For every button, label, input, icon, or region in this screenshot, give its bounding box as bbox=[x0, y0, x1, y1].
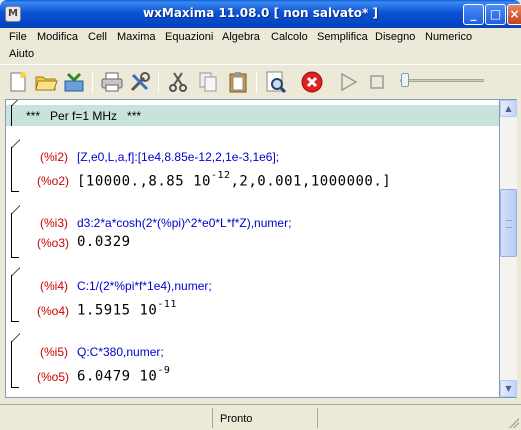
status-bar: Pronto bbox=[0, 404, 521, 430]
stop-icon[interactable] bbox=[364, 69, 390, 95]
input-code[interactable]: [Z,e0,L,a,f]:[1e4,8.85e-12,2,1e-3,1e6]; bbox=[77, 150, 279, 164]
cell-bracket[interactable] bbox=[11, 275, 12, 322]
menu-semplifica[interactable]: Semplifica bbox=[317, 31, 368, 43]
input-label: (%i4) bbox=[40, 279, 69, 293]
animation-slider-thumb[interactable] bbox=[401, 73, 409, 87]
output-label: (%o2) bbox=[37, 174, 70, 188]
toolbar-separator bbox=[158, 71, 159, 93]
cell-bracket[interactable] bbox=[11, 147, 12, 192]
open-folder-icon[interactable] bbox=[33, 69, 59, 95]
output-value[interactable]: 1.5915 10-11 bbox=[77, 299, 177, 319]
menu-equazioni[interactable]: Equazioni bbox=[165, 31, 213, 43]
menu-algebra[interactable]: Algebra bbox=[222, 31, 260, 43]
output-value[interactable]: [10000.,8.85 10-12,2,0.001,1000000.] bbox=[77, 170, 391, 190]
menu-disegno[interactable]: Disegno bbox=[375, 31, 415, 43]
cell-bracket[interactable] bbox=[11, 341, 12, 388]
interrupt-icon[interactable] bbox=[299, 69, 325, 95]
input-code[interactable]: C:1/(2*%pi*f*1e4),numer; bbox=[77, 279, 212, 293]
cell-bracket-end bbox=[11, 387, 19, 388]
vertical-scrollbar[interactable]: ▲ ▼ bbox=[500, 99, 517, 398]
menu-modifica[interactable]: Modifica bbox=[37, 31, 78, 43]
animation-slider-track[interactable] bbox=[400, 79, 484, 82]
output-label: (%o4) bbox=[37, 304, 70, 318]
resize-grip-icon[interactable] bbox=[509, 418, 519, 428]
scroll-up-arrow-icon[interactable]: ▲ bbox=[500, 100, 517, 117]
input-code[interactable]: d3:2*a*cosh(2*(%pi)^2*e0*L*f*Z),numer; bbox=[77, 216, 291, 230]
worksheet[interactable]: *** Per f=1 MHz *** (%i2) [Z,e0,L,a,f]:[… bbox=[5, 99, 500, 398]
output-label: (%o3) bbox=[37, 236, 70, 250]
menu-file[interactable]: File bbox=[9, 31, 27, 43]
cell-bracket[interactable] bbox=[11, 105, 12, 126]
output-value[interactable]: 0.0329 bbox=[77, 234, 131, 250]
menu-maxima[interactable]: Maxima bbox=[117, 31, 156, 43]
maximize-button[interactable]: □ bbox=[485, 4, 506, 25]
scroll-down-arrow-icon[interactable]: ▼ bbox=[500, 380, 517, 397]
output-label: (%o5) bbox=[37, 370, 70, 384]
save-icon[interactable] bbox=[61, 69, 87, 95]
cell-bracket-end bbox=[11, 191, 19, 192]
play-icon[interactable] bbox=[335, 69, 361, 95]
menu-aiuto[interactable]: Aiuto bbox=[9, 48, 34, 60]
status-divider bbox=[317, 408, 318, 428]
menu-bar: File Modifica Cell Maxima Equazioni Alge… bbox=[0, 28, 521, 64]
cell-bracket-end bbox=[11, 257, 19, 258]
menu-cell[interactable]: Cell bbox=[88, 31, 107, 43]
toolbar-separator bbox=[92, 71, 93, 93]
minimize-button[interactable]: _ bbox=[463, 4, 484, 25]
status-divider bbox=[212, 408, 213, 428]
settings-tools-icon[interactable] bbox=[127, 69, 153, 95]
scrollbar-thumb[interactable] bbox=[500, 189, 517, 257]
window-titlebar[interactable]: M wxMaxima 11.08.0 [ non salvato* ] _ □ … bbox=[0, 0, 521, 28]
cut-icon[interactable] bbox=[165, 69, 191, 95]
menu-numerico[interactable]: Numerico bbox=[425, 31, 472, 43]
print-icon[interactable] bbox=[99, 69, 125, 95]
find-icon[interactable] bbox=[263, 69, 289, 95]
input-label: (%i3) bbox=[40, 216, 69, 230]
close-button[interactable]: × bbox=[507, 4, 521, 25]
title-cell-text[interactable]: *** Per f=1 MHz *** bbox=[26, 109, 141, 123]
window-title: wxMaxima 11.08.0 [ non salvato* ] bbox=[143, 6, 378, 20]
input-label: (%i2) bbox=[40, 150, 69, 164]
paste-icon[interactable] bbox=[225, 69, 251, 95]
input-label: (%i5) bbox=[40, 345, 69, 359]
status-text: Pronto bbox=[220, 413, 253, 425]
menu-calcolo[interactable]: Calcolo bbox=[271, 31, 308, 43]
new-document-icon[interactable] bbox=[5, 69, 31, 95]
copy-icon[interactable] bbox=[195, 69, 221, 95]
output-value[interactable]: 6.0479 10-9 bbox=[77, 365, 170, 385]
toolbar-separator bbox=[256, 71, 257, 93]
cell-bracket[interactable] bbox=[11, 213, 12, 258]
input-code[interactable]: Q:C*380,numer; bbox=[77, 345, 164, 359]
cell-bracket-end bbox=[11, 321, 19, 322]
